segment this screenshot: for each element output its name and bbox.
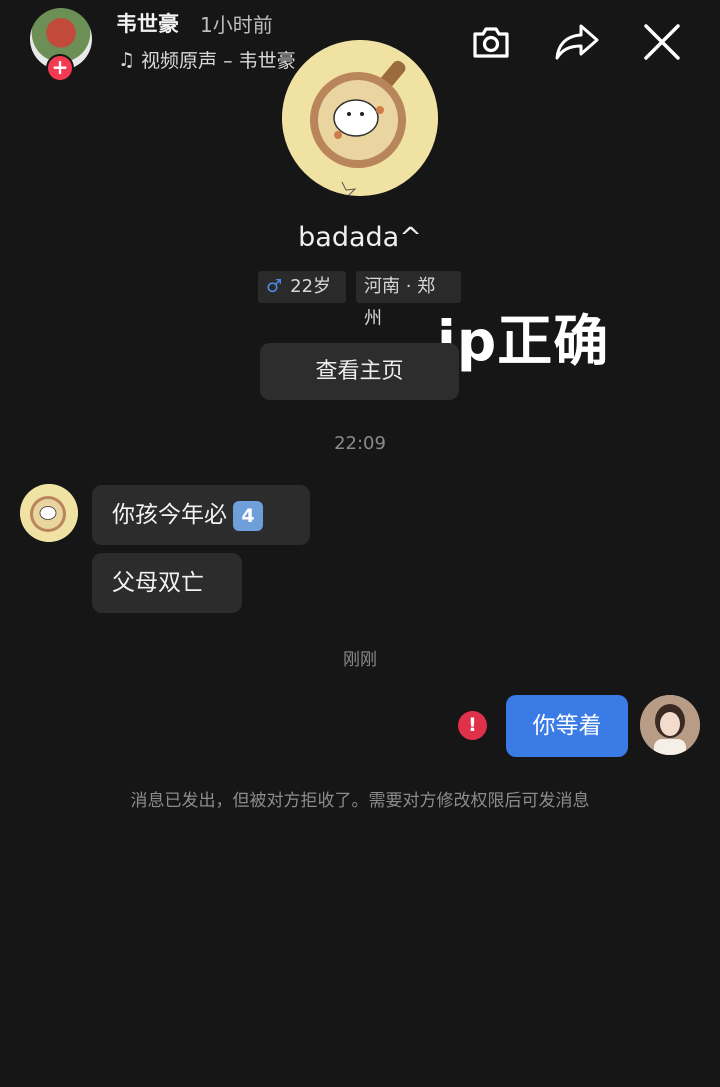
share-button[interactable] xyxy=(553,20,599,64)
timestamp: 刚刚 xyxy=(343,650,377,670)
share-arrow-icon xyxy=(555,24,599,60)
post-time: 1小时前 xyxy=(200,13,273,37)
message-text: 你孩今年必 xyxy=(112,502,227,528)
male-icon: ♂ xyxy=(266,276,283,297)
author-name[interactable]: 韦世豪 xyxy=(116,8,179,38)
profile-photo xyxy=(640,695,700,755)
keycap-emoji: 4 xyxy=(233,500,263,531)
overlay-caption: ip正确 xyxy=(437,309,610,373)
age-tag: ♂ 22岁 xyxy=(258,271,346,303)
my-avatar[interactable] xyxy=(640,695,700,755)
profile-avatar[interactable] xyxy=(282,40,438,196)
pizza-illustration xyxy=(20,484,78,542)
music-label: 视频原声 – 韦世豪 xyxy=(141,50,296,72)
rejection-notice: 消息已发出，但被对方拒收了。需要对方修改权限后可发消息 xyxy=(130,791,590,811)
close-button[interactable] xyxy=(640,20,684,64)
music-info[interactable]: ♫ 视频原声 – 韦世豪 xyxy=(118,46,296,73)
profile-name: badada^ xyxy=(298,222,422,253)
close-icon xyxy=(644,24,680,60)
camera-button[interactable] xyxy=(469,20,513,64)
pizza-illustration xyxy=(282,40,438,196)
message-bubble-received[interactable]: 你孩今年必 4 xyxy=(92,485,310,545)
camera-icon xyxy=(473,27,509,58)
send-failed-icon[interactable]: ! xyxy=(458,711,487,740)
view-profile-button[interactable]: 查看主页 xyxy=(260,343,459,400)
message-bubble-sent[interactable]: 你等着 xyxy=(506,695,628,757)
message-bubble-received[interactable]: 父母双亡 xyxy=(92,553,242,613)
music-note-icon: ♫ xyxy=(118,48,136,71)
sender-avatar[interactable] xyxy=(20,484,78,542)
follow-plus-icon[interactable]: + xyxy=(46,54,74,82)
timestamp: 22:09 xyxy=(334,433,386,454)
age-label: 22岁 xyxy=(290,276,332,297)
